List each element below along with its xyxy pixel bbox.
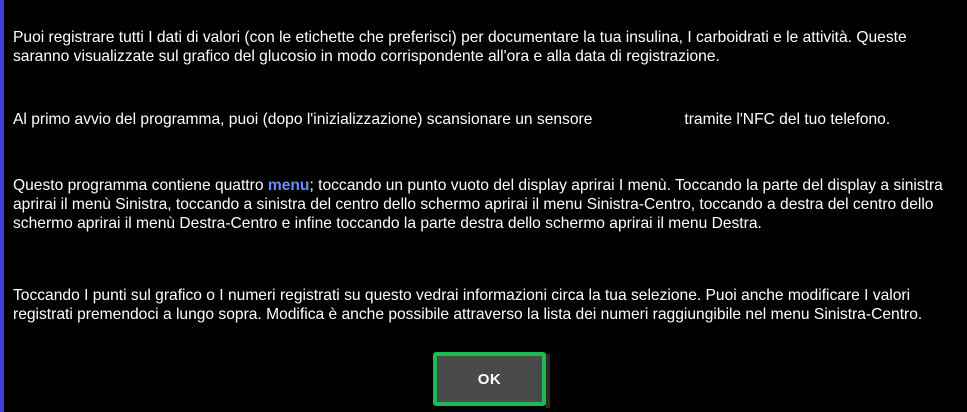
ok-button[interactable]: OK bbox=[433, 352, 550, 408]
help-paragraph-data-entry: Puoi registrare tutti I dati di valori (… bbox=[13, 29, 907, 65]
first-start-text: Al primo avvio del programma, puoi (dopo… bbox=[13, 111, 593, 128]
help-paragraph-editing: Toccando I punti sul grafico o I numeri … bbox=[13, 287, 923, 323]
menus-intro-text: Questo programma contiene quattro bbox=[13, 177, 264, 194]
help-dialog: Puoi registrare tutti I dati di valori (… bbox=[0, 0, 967, 412]
help-paragraph-menus: Questo programma contiene quattro menu; … bbox=[13, 176, 967, 233]
window-edge bbox=[0, 0, 4, 412]
nfc-text: tramite l'NFC del tuo telefono. bbox=[684, 111, 891, 128]
menu-link[interactable]: menu bbox=[268, 177, 310, 194]
help-paragraph-first-start: Al primo avvio del programma, puoi (dopo… bbox=[13, 110, 953, 129]
